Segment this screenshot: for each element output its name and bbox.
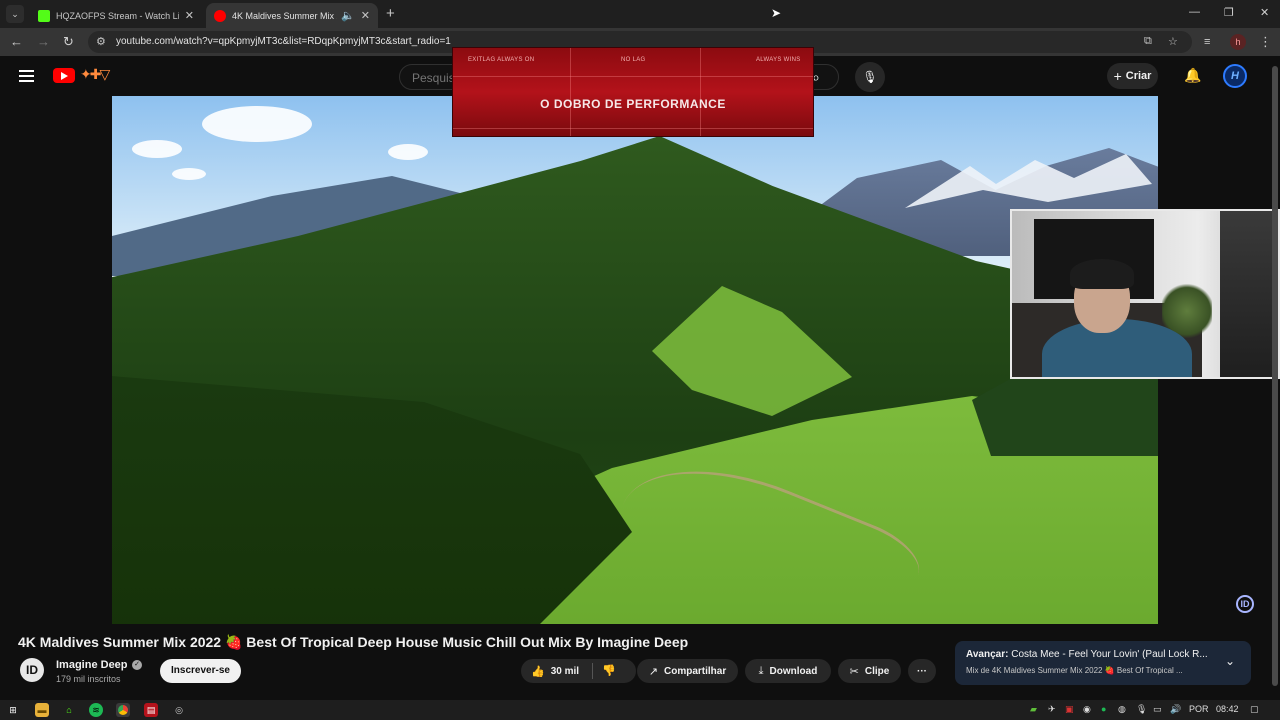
promo-headline: O DOBRO DE PERFORMANCE (540, 97, 726, 111)
plus-icon: + (1113, 68, 1122, 84)
webcam-overlay (1010, 209, 1280, 379)
menu-icon[interactable] (19, 70, 34, 82)
subscribe-button[interactable]: Inscrever-se (160, 659, 241, 683)
tray-discord-icon[interactable]: ◍ (1118, 704, 1126, 715)
thumbs-down-icon[interactable]: 👎 (602, 664, 616, 677)
xbox-app-icon[interactable]: ⌂ (62, 703, 76, 717)
cloud (132, 140, 182, 158)
news-app-icon[interactable]: ▤ (144, 703, 158, 717)
download-button[interactable]: ⤓ Download (745, 659, 831, 683)
webcam-person-cap (1070, 259, 1134, 289)
thumbs-up-icon[interactable]: 👍 (531, 665, 545, 678)
site-info-icon[interactable]: ⚙ (96, 35, 106, 48)
share-button[interactable]: ↗ Compartilhar (637, 659, 738, 683)
tab-kick-stream[interactable]: HQZAOFPS Stream - Watch Live ✕ (30, 3, 202, 28)
close-window-button[interactable]: ✕ (1260, 6, 1269, 19)
page-scrollbar[interactable] (1270, 60, 1280, 700)
obs-icon[interactable]: ◎ (172, 703, 186, 717)
maximize-button[interactable]: ❐ (1224, 6, 1234, 19)
file-explorer-icon[interactable]: ▬ (35, 703, 49, 717)
kick-favicon-icon (38, 9, 50, 22)
up-next-card[interactable]: Avançar: Costa Mee - Feel Your Lovin' (P… (955, 641, 1251, 685)
profile-avatar[interactable]: h (1230, 34, 1246, 50)
cloud (172, 168, 206, 180)
subscriber-count: 179 mil inscritos (56, 674, 121, 684)
install-app-icon[interactable]: ⧉ (1144, 35, 1152, 48)
youtube-logo-icon[interactable] (53, 68, 75, 83)
tray-steam-icon[interactable]: ◉ (1083, 704, 1091, 715)
more-menu-icon[interactable]: ⋮ (1259, 34, 1272, 50)
mouse-cursor-icon: ➤ (771, 6, 782, 20)
bookmark-star-icon[interactable]: ☆ (1168, 35, 1178, 48)
tab-youtube-video[interactable]: 4K Maldives Summer Mix 2022 🔈 ✕ (206, 3, 378, 28)
up-next-title: Avançar: Costa Mee - Feel Your Lovin' (P… (966, 649, 1216, 660)
promo-tag-middle: NO LAG (621, 57, 646, 63)
youtube-doodle-icon[interactable]: ✦✚▽ (80, 66, 110, 83)
cloud (202, 106, 312, 142)
share-label: Compartilhar (663, 665, 727, 677)
volume-icon[interactable]: 🔊 (1170, 704, 1181, 715)
spotify-icon[interactable]: ≋ (89, 703, 103, 717)
like-divider (592, 663, 593, 679)
promo-banner: EXITLAG ALWAYS ON NO LAG ALWAYS WINS O D… (452, 47, 814, 137)
chevron-down-icon: ⌄ (11, 8, 19, 19)
cloud (388, 144, 428, 160)
share-icon: ↗ (648, 665, 658, 678)
up-next-subtitle: Mix de 4K Maldives Summer Mix 2022 🍓 Bes… (966, 666, 1183, 675)
up-next-song: Costa Mee - Feel Your Lovin' (Paul Lock … (1011, 649, 1208, 660)
like-dislike-group: 👍 30 mil (521, 659, 636, 683)
more-actions-button[interactable]: ··· (908, 659, 936, 683)
chevron-down-icon[interactable]: ⌄ (1225, 654, 1235, 668)
create-label: Criar (1125, 70, 1152, 82)
tab-title: HQZAOFPS Stream - Watch Live (56, 10, 179, 21)
tray-mic-icon[interactable]: 🎙 (1136, 704, 1147, 715)
up-next-prefix: Avançar: (966, 649, 1009, 660)
channel-avatar[interactable]: ID (20, 658, 44, 682)
clip-button[interactable]: ✂ Clipe (838, 659, 901, 683)
windows-start-icon[interactable]: ⊞ (6, 703, 20, 717)
browser-tab-strip: ⌄ HQZAOFPS Stream - Watch Live ✕ 4K Mald… (0, 0, 1280, 28)
scrollbar-thumb[interactable] (1272, 66, 1278, 686)
verified-badge-icon: ✓ (132, 660, 142, 670)
tray-spotify-icon[interactable]: ● (1101, 704, 1106, 714)
speaker-icon[interactable]: 🔈 (341, 9, 355, 22)
microphone-icon[interactable]: 🎙 (855, 62, 885, 92)
minimize-button[interactable]: — (1189, 6, 1200, 18)
create-button[interactable]: + Criar (1107, 63, 1158, 89)
tray-pointer-icon[interactable]: ✈ (1048, 704, 1056, 715)
download-icon: ⤓ (758, 664, 764, 677)
channel-watermark-icon[interactable]: ID (1236, 595, 1254, 613)
like-count[interactable]: 30 mil (551, 666, 579, 677)
download-label: Download (769, 665, 818, 677)
youtube-favicon-icon (214, 9, 226, 22)
video-title: 4K Maldives Summer Mix 2022 🍓 Best Of Tr… (18, 634, 689, 650)
close-icon[interactable]: ✕ (361, 9, 370, 22)
chrome-icon[interactable] (116, 703, 130, 717)
clip-label: Clipe (864, 665, 890, 677)
back-button[interactable]: ← (10, 34, 23, 50)
clock[interactable]: 08:42 (1216, 704, 1239, 714)
more-icon: ··· (917, 665, 927, 677)
new-tab-button[interactable]: + (386, 6, 395, 21)
video-player[interactable] (112, 96, 1158, 624)
scissors-icon: ✂ (849, 665, 859, 678)
language-indicator[interactable]: POR (1189, 704, 1209, 714)
tab-title: 4K Maldives Summer Mix 2022 (232, 10, 337, 21)
url-text[interactable]: youtube.com/watch?v=qpKpmyjMT3c&list=RDq… (116, 36, 451, 47)
promo-tag-right: ALWAYS WINS (756, 57, 801, 63)
close-icon[interactable]: ✕ (185, 9, 194, 22)
network-icon[interactable]: ▭ (1153, 704, 1162, 715)
account-avatar[interactable]: H (1223, 64, 1247, 88)
forward-button[interactable]: → (37, 34, 50, 50)
tray-red-icon[interactable]: ▣ (1065, 704, 1074, 715)
media-controls-icon[interactable]: ≡ (1204, 34, 1210, 50)
reload-button[interactable]: ↻ (63, 34, 74, 50)
notifications-bell-icon[interactable]: 🔔 (1184, 67, 1201, 84)
channel-name[interactable]: Imagine Deep (56, 659, 128, 671)
windows-taskbar: ⊞ ▬ ⌂ ≋ ▤ ◎ ▰ ✈ ▣ ◉ ● ◍ 🎙 ▭ 🔊 POR 08:42 … (0, 700, 1280, 720)
promo-tag-left: EXITLAG ALWAYS ON (468, 57, 535, 63)
tab-search-button[interactable]: ⌄ (6, 5, 24, 23)
notification-center-icon[interactable]: ▢ (1250, 704, 1259, 715)
tray-green-icon[interactable]: ▰ (1030, 704, 1037, 715)
